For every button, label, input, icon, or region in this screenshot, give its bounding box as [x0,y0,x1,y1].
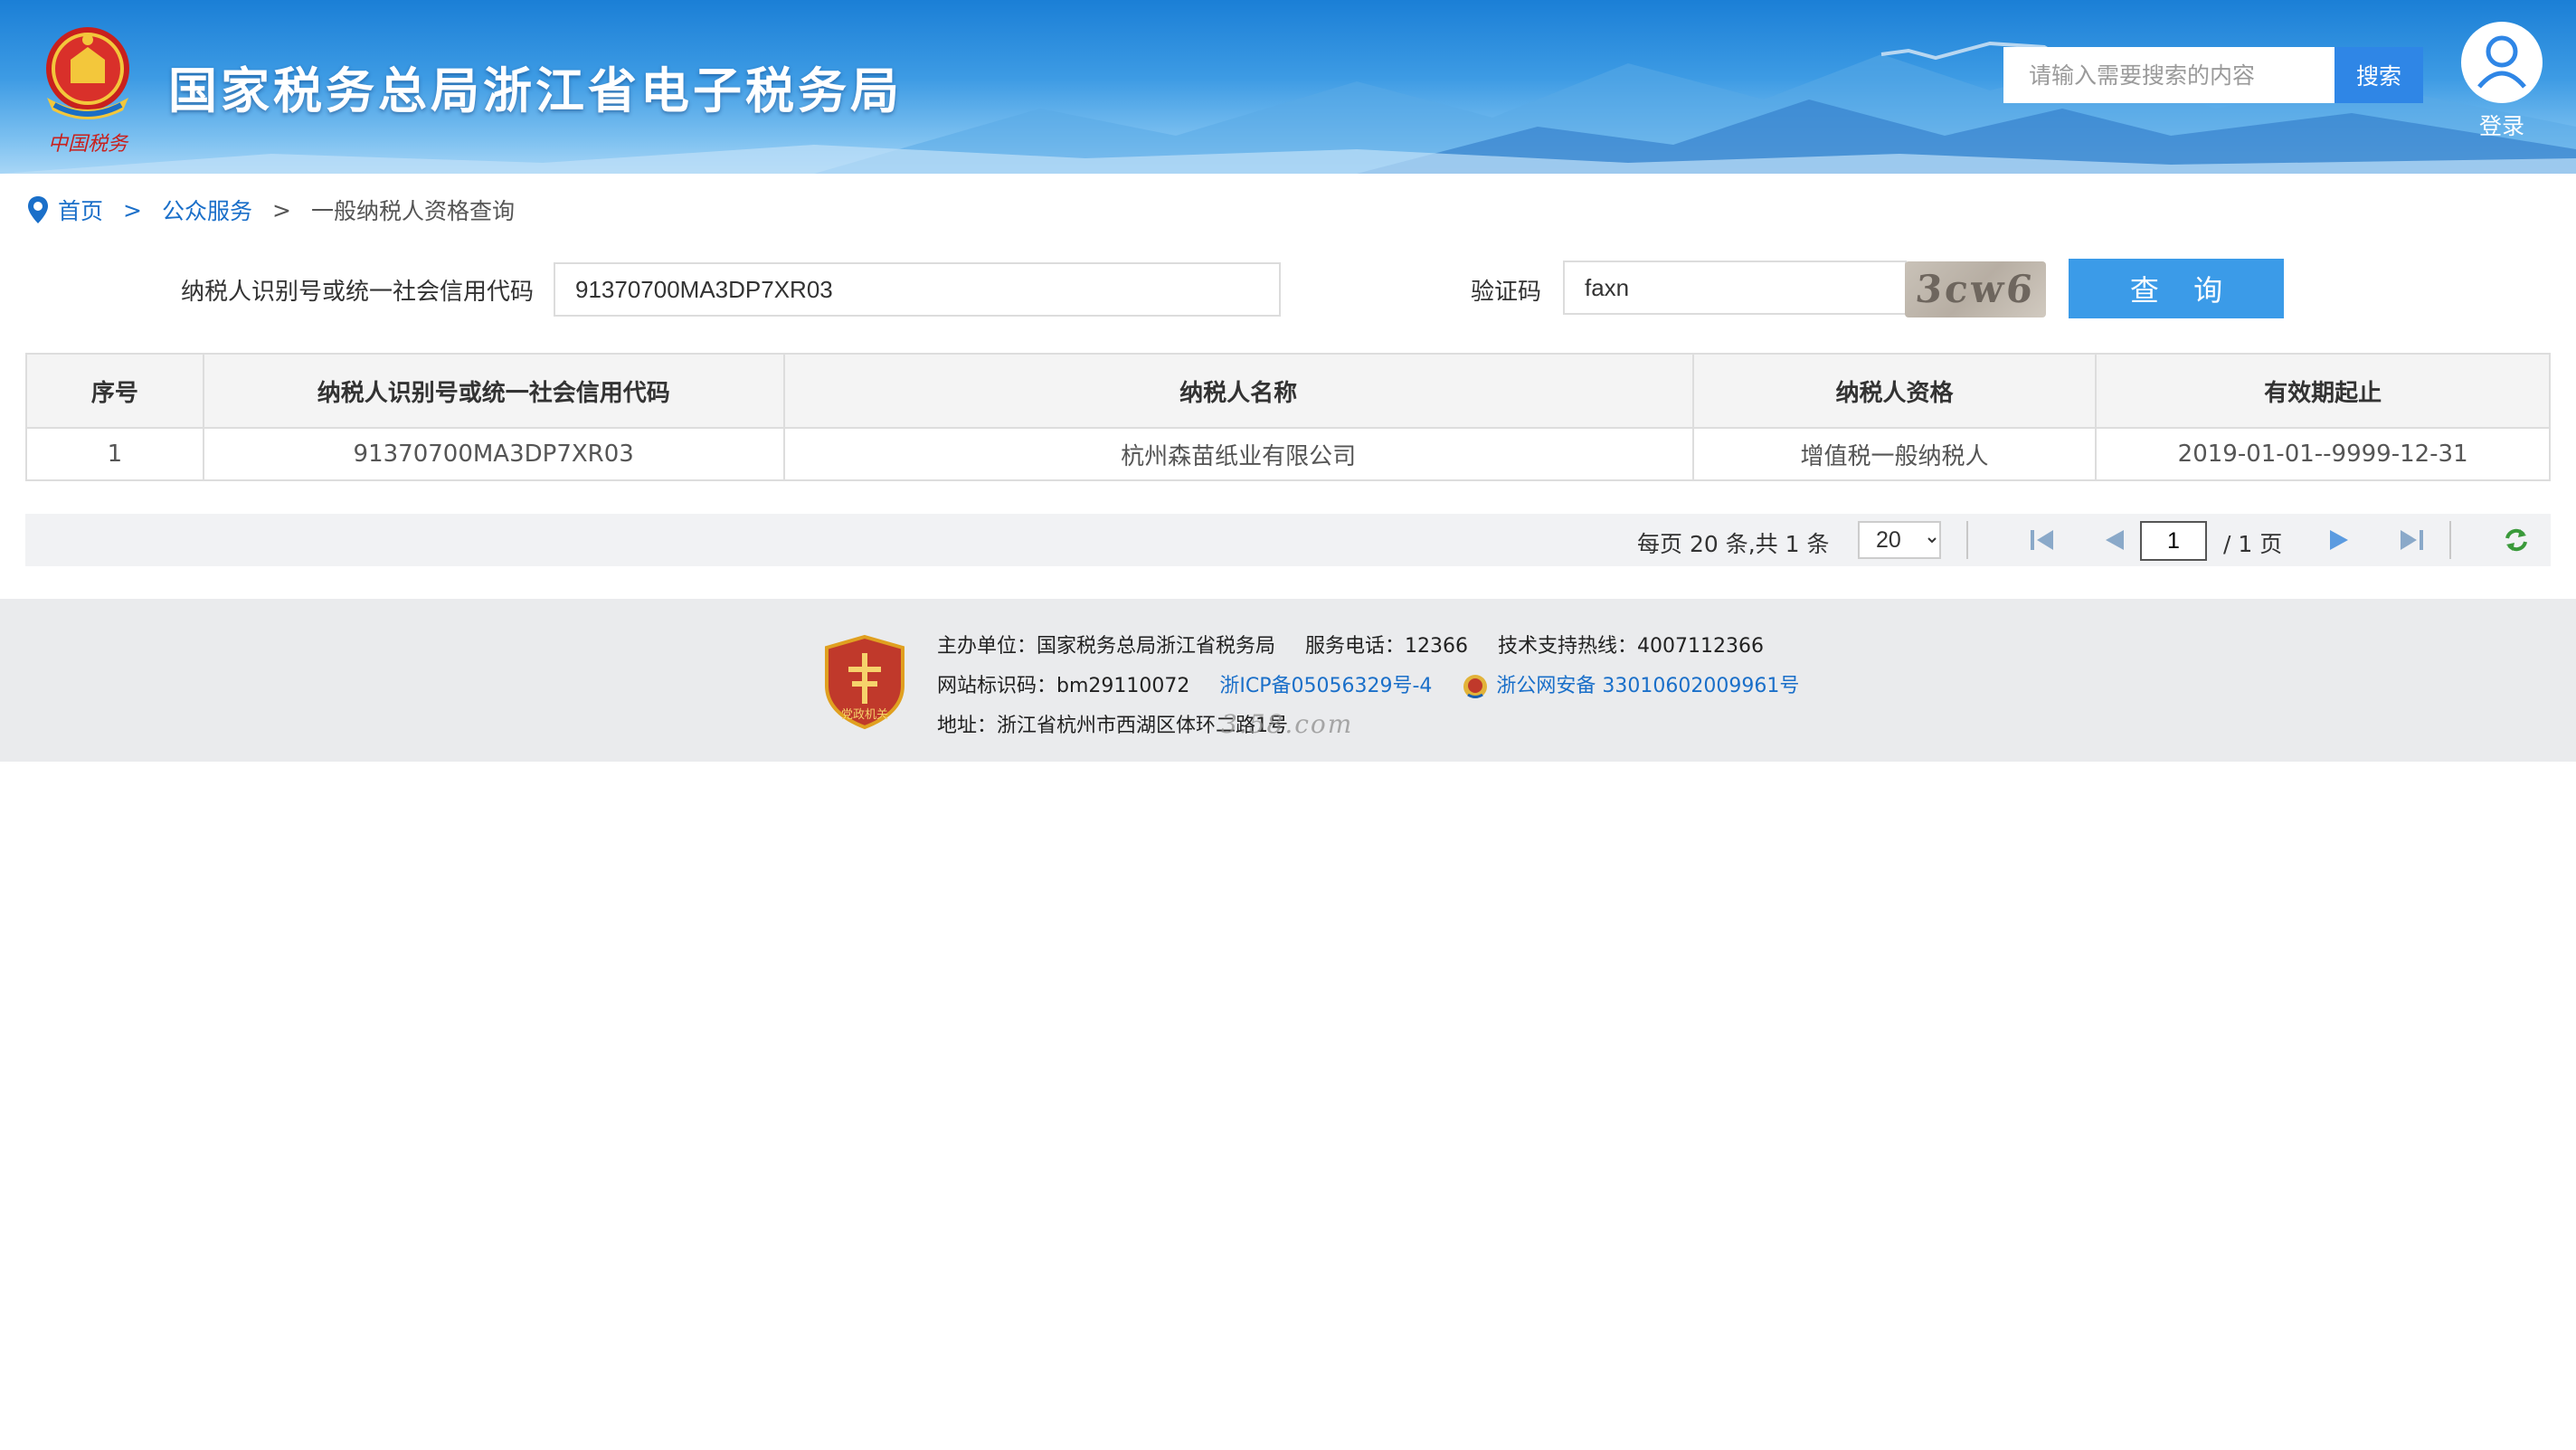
results-table: 序号 纳税人识别号或统一社会信用代码 纳税人名称 纳税人资格 有效期起止 1 9… [25,353,2551,481]
captcha-image[interactable]: 3cw6 [1905,261,2046,317]
user-icon [2461,22,2543,103]
column-header-validity-period: 有效期起止 [2095,353,2551,429]
site-footer: 党政机关 主办单位：国家税务总局浙江省税务局 服务电话：12366 技术支持热线… [0,599,2576,762]
government-site-badge-icon[interactable]: 党政机关 [821,633,908,731]
cell-taxpayer-id: 91370700MA3DP7XR03 [202,427,785,481]
pagination-info: 每页 20 条,共 1 条 [1637,531,1830,557]
breadcrumb-separator: > [271,196,291,223]
column-header-taxpayer-name: 纳税人名称 [782,353,1694,429]
search-button[interactable]: 搜索 [2334,47,2423,103]
login-label: 登录 [2478,113,2524,139]
watermark-text: 3.58.com [1221,709,1354,739]
breadcrumb-current: 一般纳税人资格查询 [310,198,515,224]
column-header-qualification: 纳税人资格 [1691,353,2098,429]
column-header-taxpayer-id: 纳税人识别号或统一社会信用代码 [202,353,785,429]
first-page-icon[interactable] [2028,526,2057,554]
last-page-icon[interactable] [2397,526,2426,554]
footer-info-line-2: 网站标识码：bm29110072 浙ICP备05056329号-4 浙公网安备 … [937,669,1799,700]
footer-police-record: 浙公网安备 33010602009961号 [1462,675,1799,698]
footer-icp-link[interactable]: 浙ICP备05056329号-4 [1219,675,1432,697]
pager-divider [2449,521,2451,559]
pagination-bar: 每页 20 条,共 1 条 20 / 1 页 [25,514,2551,566]
captcha-image-text: 3cw6 [1913,267,2038,311]
captcha-label: 验证码 [1471,279,1542,306]
footer-site-id: 网站标识码：bm29110072 [937,675,1190,697]
footer-phone: 服务电话：12366 [1305,635,1469,658]
svg-text:中国税务: 中国税务 [48,133,129,156]
breadcrumb-section-link[interactable]: 公众服务 [162,194,252,226]
table-header-row: 序号 纳税人识别号或统一社会信用代码 纳税人名称 纳税人资格 有效期起止 [25,353,2551,429]
query-button[interactable]: 查 询 [2069,259,2284,318]
cell-qualification: 增值税一般纳税人 [1691,427,2098,481]
prev-page-icon[interactable] [2100,526,2129,554]
breadcrumb-separator: > [123,196,142,223]
search-input[interactable] [2003,47,2334,103]
footer-support: 技术支持热线：4007112366 [1498,635,1764,658]
site-title: 国家税务总局浙江省电子税务局 [168,62,903,119]
total-pages: / 1 页 [2223,531,2283,557]
table-row: 1 91370700MA3DP7XR03 杭州森苗纸业有限公司 增值税一般纳税人… [25,427,2551,481]
cell-index: 1 [25,427,204,481]
next-page-icon[interactable] [2325,526,2353,554]
police-emblem-icon [1463,675,1488,698]
footer-info-line-1: 主办单位：国家税务总局浙江省税务局 服务电话：12366 技术支持热线：4007… [937,630,1764,659]
pager-divider [1966,521,1968,559]
page-size-select[interactable]: 20 [1858,521,1941,559]
svg-text:党政机关: 党政机关 [841,708,888,722]
footer-sponsor: 主办单位：国家税务总局浙江省税务局 [937,635,1276,658]
taxpayer-id-label: 纳税人识别号或统一社会信用代码 [181,279,535,306]
site-header: 中国税务 国家税务总局浙江省电子税务局 搜索 登录 [0,0,2576,174]
cell-taxpayer-name: 杭州森苗纸业有限公司 [782,427,1694,481]
login-button[interactable]: 登录 [2457,22,2547,139]
refresh-icon[interactable] [2502,526,2531,554]
current-page-input[interactable] [2140,521,2207,561]
captcha-input[interactable] [1563,261,1907,315]
taxpayer-id-input[interactable] [554,262,1281,317]
column-header-index: 序号 [25,353,204,429]
breadcrumb-home-link[interactable]: 首页 [58,194,103,226]
breadcrumb: 首页 > 公众服务 > 一般纳税人资格查询 [25,192,515,228]
cell-validity-period: 2019-01-01--9999-12-31 [2095,427,2551,481]
location-pin-icon [28,196,48,223]
footer-police-link[interactable]: 浙公网安备 33010602009961号 [1496,675,1799,697]
tax-emblem-logo: 中国税务 [46,27,129,156]
